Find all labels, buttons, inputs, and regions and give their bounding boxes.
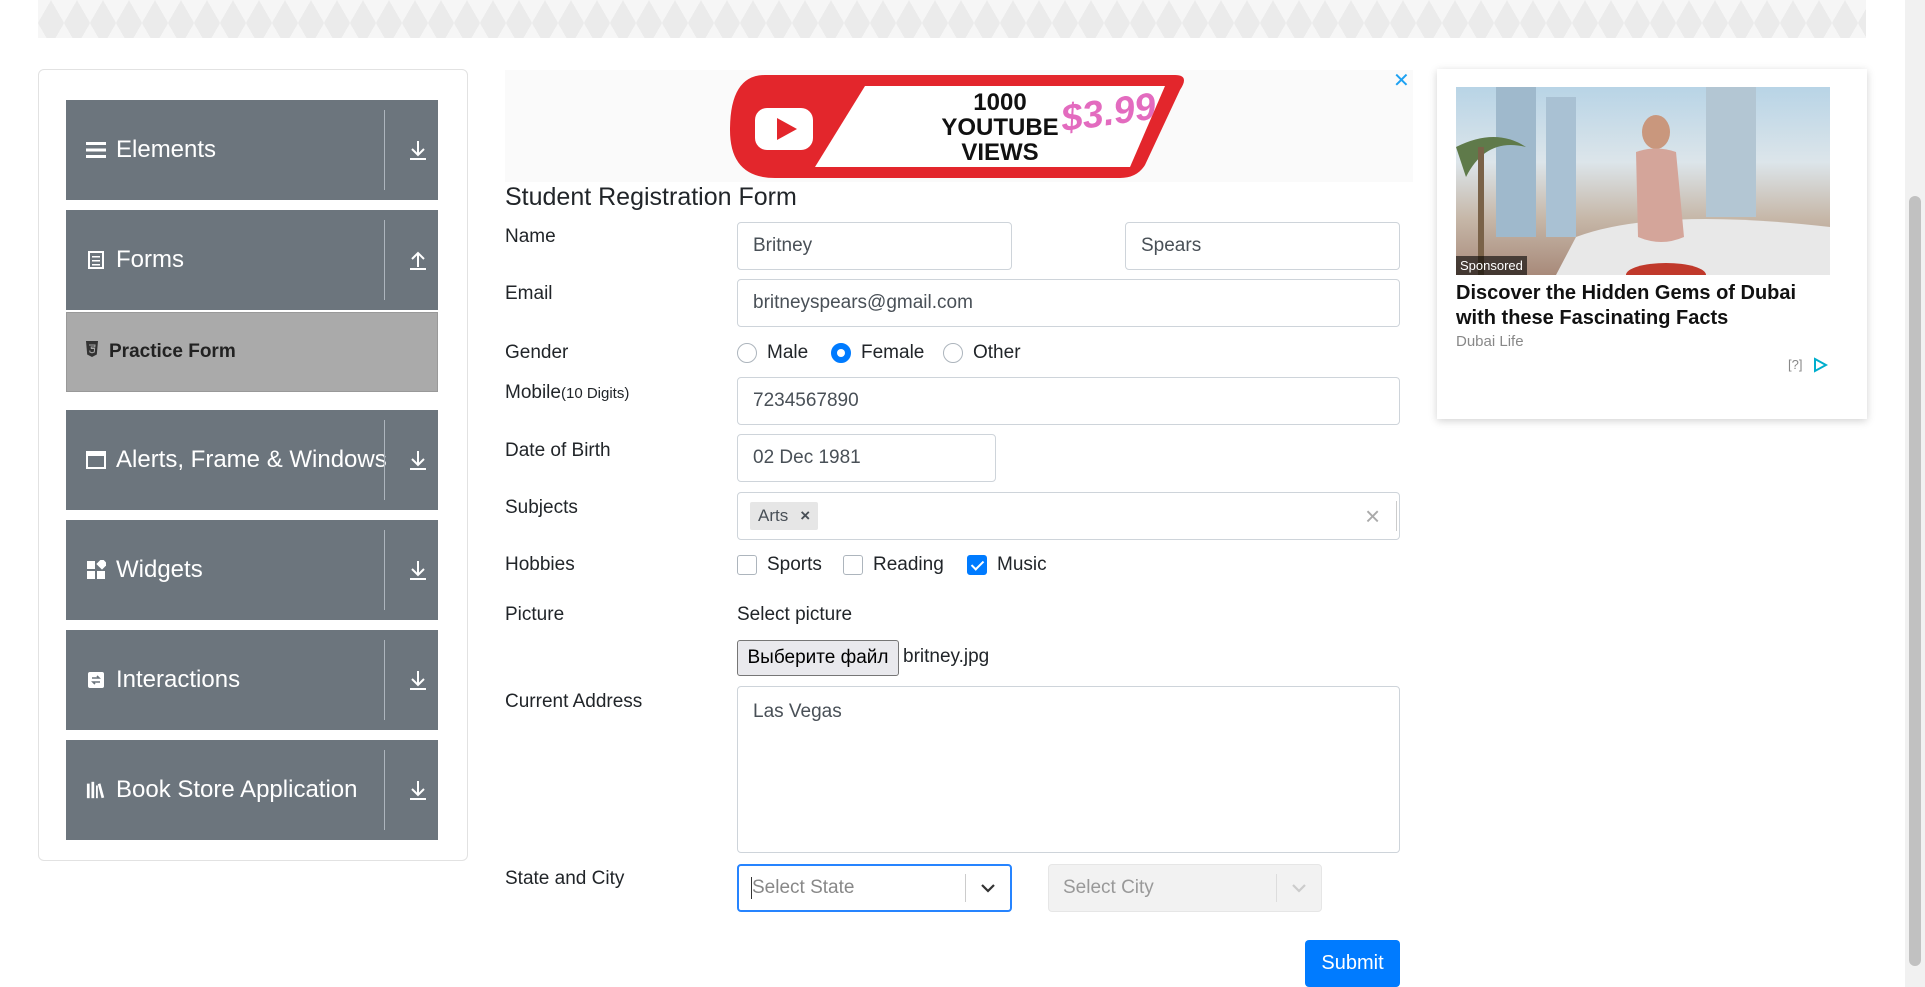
download-arrow-icon[interactable] [400,410,436,510]
gender-radio-other[interactable]: Other [943,342,1021,364]
ad-info[interactable]: [?] [1788,357,1802,372]
sidebar-group-label: Book Store Application [116,776,358,803]
radio-label: Other [973,342,1021,363]
hobby-checkbox-music[interactable]: Music [967,554,1047,576]
ad-source: Dubai Life [1456,333,1524,350]
ad-headline[interactable]: Discover the Hidden Gems of Dubai with t… [1456,281,1841,331]
gender-label: Gender [505,342,569,363]
sidebar-group-label: Alerts, Frame & Windows [116,446,387,473]
radio-label: Female [861,342,925,363]
sidebar-group-elements[interactable]: Elements [66,100,438,200]
name-label: Name [505,226,556,247]
document-icon [86,250,106,270]
html5-icon [85,341,99,363]
download-arrow-icon[interactable] [400,740,436,840]
sidebar-group-forms[interactable]: Forms [66,210,438,310]
choose-file-button[interactable]: Выберите файл [737,640,899,676]
radio-button[interactable] [831,343,851,363]
subjects-input[interactable]: Arts × × [737,492,1400,540]
mobile-hint: (10 Digits) [560,385,630,402]
state-select[interactable]: Select State [737,864,1012,912]
interactions-icon [86,670,106,690]
sidebar-group-label: Widgets [116,556,203,583]
subjects-label: Subjects [505,497,578,518]
download-arrow-icon[interactable] [400,520,436,620]
download-arrow-icon[interactable] [400,100,436,200]
widgets-icon [86,560,106,580]
gender-radio-female[interactable]: Female [831,342,924,364]
checkbox[interactable] [843,555,863,575]
sidebar-group-interactions[interactable]: Interactions [66,630,438,730]
mobile-input[interactable]: 7234567890 [737,377,1400,425]
email-label: Email [505,283,553,304]
divider [384,220,385,300]
select-picture-caption: Select picture [737,604,853,625]
chevron-down-icon[interactable] [966,883,1010,893]
sidebar-item-practice-form[interactable]: Practice Form [66,312,438,392]
mobile-label: Mobile(10 Digits) [505,382,629,404]
sidebar-item-label: Practice Form [109,341,236,362]
mobile-label-text: Mobile [505,382,561,403]
top-ad-banner-strip [38,0,1866,38]
subject-chip-label: Arts [758,506,789,525]
state-city-label: State and City [505,868,625,889]
state-placeholder: Select State [751,877,965,899]
current-address-label: Current Address [505,691,643,712]
city-placeholder: Select City [1063,877,1154,898]
current-address-textarea[interactable]: Las Vegas [737,686,1400,853]
radio-button[interactable] [943,343,963,363]
radio-button[interactable] [737,343,757,363]
subject-chip: Arts × [750,502,819,530]
sidebar-group-widgets[interactable]: Widgets [66,520,438,620]
ad-image: Sponsored [1456,87,1830,275]
city-select[interactable]: Select City [1048,864,1322,912]
sidebar: Elements Forms Practice Form Alerts, Fra… [38,69,468,861]
hobby-checkbox-sports[interactable]: Sports [737,554,822,576]
date-of-birth-input[interactable]: 02 Dec 1981 [737,434,996,482]
sponsored-ad-card[interactable]: Sponsored Discover the Hidden Gems of Du… [1437,69,1867,419]
clear-icon[interactable]: × [1365,501,1380,532]
hobby-checkbox-reading[interactable]: Reading [843,554,944,576]
picture-label: Picture [505,604,565,625]
download-arrow-icon[interactable] [400,630,436,730]
first-name-input[interactable]: Britney [737,222,1012,270]
sidebar-group-book-store[interactable]: Book Store Application [66,740,438,840]
divider [384,420,385,500]
divider [384,530,385,610]
adchoices-icon[interactable] [1812,357,1829,378]
books-icon [86,780,106,800]
sidebar-group-label: Forms [116,246,184,273]
youtube-views-ad[interactable]: 1000 YOUTUBE VIEWS $3.99 [505,70,1413,182]
checkbox[interactable] [967,555,987,575]
checkbox-label: Music [997,554,1047,575]
divider [384,750,385,830]
checkbox-label: Reading [873,554,944,575]
window-icon [86,450,106,470]
sidebar-group-alerts[interactable]: Alerts, Frame & Windows [66,410,438,510]
chip-remove-icon[interactable]: × [800,506,810,526]
divider [384,110,385,190]
hobbies-label: Hobbies [505,554,575,575]
upload-arrow-icon[interactable] [400,210,436,310]
email-input[interactable]: britneyspears@gmail.com [737,279,1400,327]
divider [1396,501,1397,531]
scrollbar-thumb[interactable] [1909,196,1921,966]
menu-icon [86,140,106,160]
page-title: Student Registration Form [505,183,797,211]
checkbox[interactable] [737,555,757,575]
sponsored-badge: Sponsored [1456,256,1527,275]
submit-button[interactable]: Submit [1305,940,1400,987]
gender-radio-male[interactable]: Male [737,342,808,364]
page-scrollbar[interactable] [1905,0,1925,987]
sidebar-group-label: Interactions [116,666,241,693]
radio-label: Male [767,342,809,363]
checkbox-label: Sports [767,554,822,575]
divider [384,640,385,720]
dob-label: Date of Birth [505,440,611,461]
file-name: britney.jpg [903,646,990,667]
close-icon[interactable]: ✕ [1393,68,1410,93]
sidebar-group-label: Elements [116,136,217,163]
last-name-input[interactable]: Spears [1125,222,1400,270]
chevron-down-icon[interactable] [1277,883,1321,893]
